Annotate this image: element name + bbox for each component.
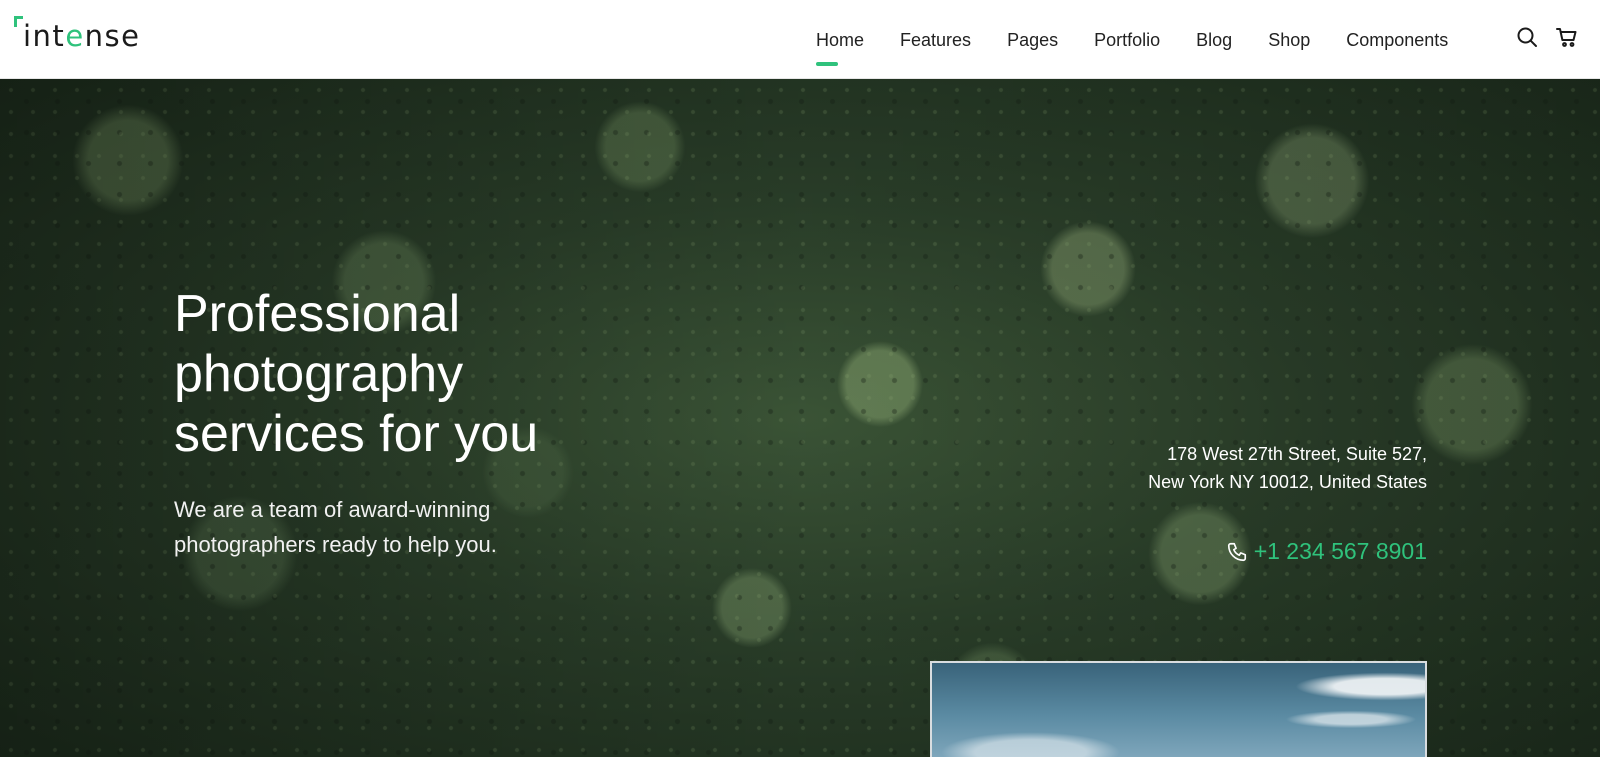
search-icon[interactable] — [1515, 25, 1539, 49]
hero-subtitle: We are a team of award-winning photograp… — [174, 497, 497, 557]
nav-item-shop[interactable]: Shop — [1268, 28, 1310, 52]
logo-text-suffix: nse — [84, 19, 141, 53]
nav-item-blog[interactable]: Blog — [1196, 28, 1232, 52]
nav-item-portfolio[interactable]: Portfolio — [1094, 28, 1160, 52]
nav-item-features[interactable]: Features — [900, 28, 971, 52]
logo[interactable]: intense — [14, 16, 141, 56]
site-header: intense Home Features Pages Portfolio Bl… — [0, 0, 1600, 79]
logo-text: intense — [23, 16, 141, 56]
phone-icon — [1226, 541, 1248, 563]
hero-title: Professional photography services for yo… — [174, 285, 539, 463]
nav-item-pages[interactable]: Pages — [1007, 28, 1058, 52]
cart-icon[interactable] — [1555, 25, 1579, 49]
hero-section: Professional photography services for yo… — [0, 79, 1600, 757]
logo-mark — [14, 16, 23, 27]
main-nav: Home Features Pages Portfolio Blog Shop … — [816, 0, 1448, 79]
nav-item-components[interactable]: Components — [1346, 28, 1448, 52]
logo-text-accent: e — [65, 19, 85, 53]
logo-text-prefix: int — [23, 19, 66, 53]
address-text: 178 West 27th Street, Suite 527, New Yor… — [1148, 444, 1427, 492]
phone-number[interactable]: +1 234 567 8901 — [1254, 538, 1427, 565]
nav-item-home[interactable]: Home — [816, 28, 864, 66]
phone-link[interactable]: +1 234 567 8901 — [1226, 538, 1427, 565]
preview-image — [930, 661, 1427, 757]
